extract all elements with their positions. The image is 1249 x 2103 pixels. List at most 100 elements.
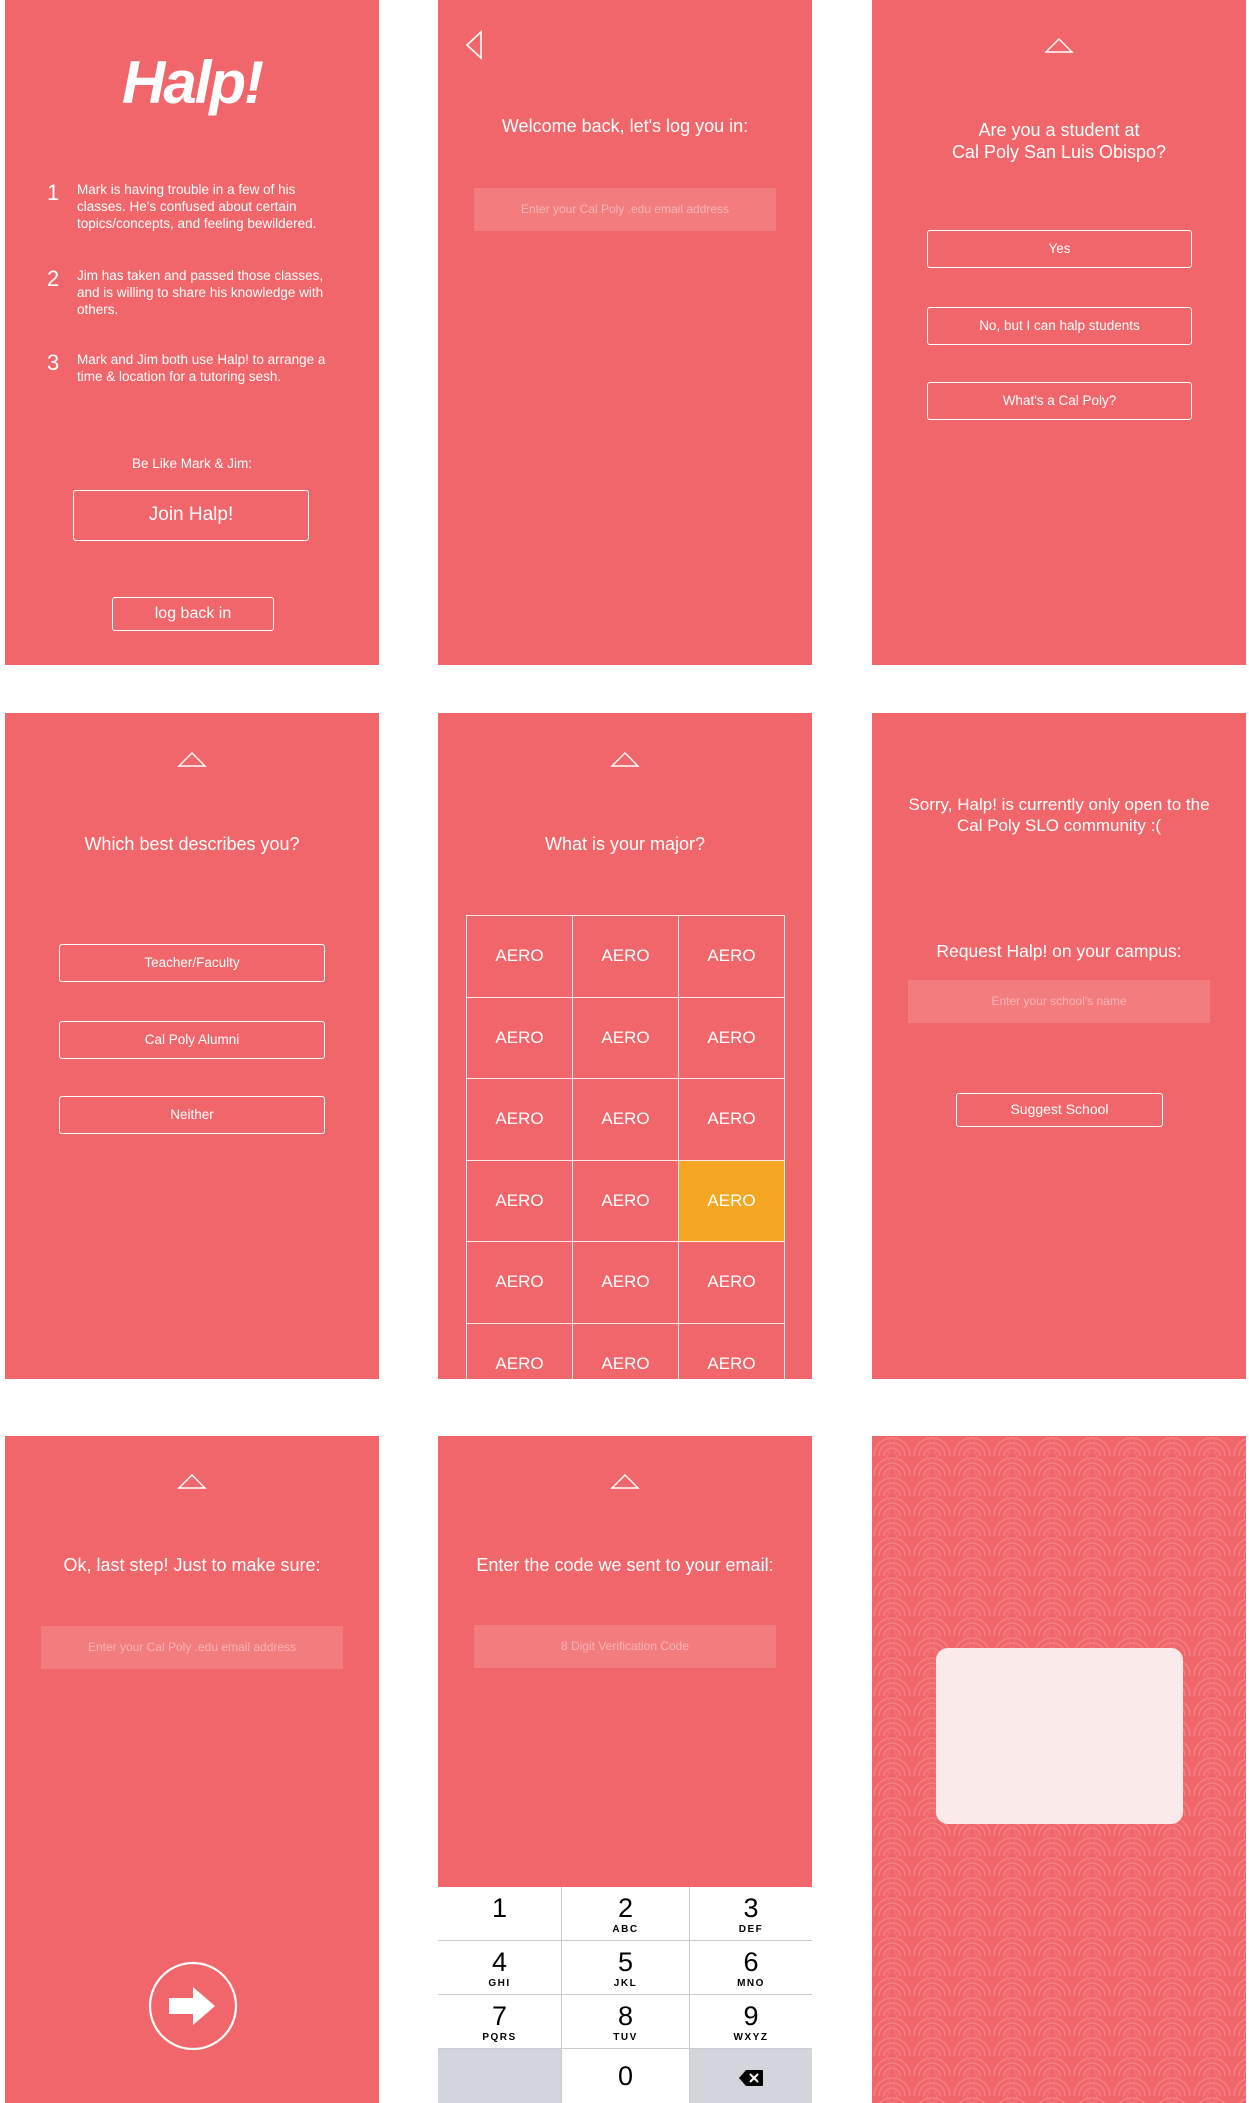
up-triangle-icon[interactable] [177, 1472, 207, 1490]
key-letters: GHI [488, 1978, 511, 1989]
key-blank [438, 2049, 562, 2103]
major-row: AERO AERO AERO [467, 1323, 785, 1379]
page-title: Ok, last step! Just to make sure: [63, 1555, 321, 1575]
major-cell[interactable]: AERO [467, 916, 573, 998]
key-9[interactable]: 9 WXYZ [690, 1995, 812, 2049]
key-2[interactable]: 2 ABC [562, 1887, 690, 1941]
major-row: AERO AERO AERO [467, 1079, 785, 1161]
up-triangle-icon[interactable] [610, 750, 640, 768]
major-row: AERO AERO AERO [467, 1242, 785, 1324]
card [936, 1648, 1183, 1824]
major-cell[interactable]: AERO [467, 1242, 573, 1324]
key-letters: ABC [612, 1924, 639, 1935]
option-yes-button[interactable]: Yes [927, 230, 1192, 268]
major-cell[interactable]: AERO [679, 1079, 785, 1161]
major-cell[interactable]: AERO [467, 1079, 573, 1161]
major-row: AERO AERO AERO [467, 916, 785, 998]
major-cell[interactable]: AERO [467, 1160, 573, 1242]
major-cell[interactable]: AERO [573, 1242, 679, 1324]
step-number: 1 [47, 180, 60, 205]
step-text: Jim has taken and passed those classes, … [77, 268, 324, 317]
key-1[interactable]: 1 [438, 1887, 562, 1941]
app-logo: Halp! [122, 49, 264, 116]
major-cell[interactable]: AERO [573, 1079, 679, 1161]
screen-major: What is your major? AERO AERO AERO AERO … [438, 713, 812, 1379]
major-cell[interactable]: AERO [573, 1323, 679, 1379]
screen-student-check: Are you a student at Cal Poly San Luis O… [872, 0, 1246, 665]
screen-login: Welcome back, let's log you in: Enter yo… [438, 0, 812, 665]
key-letters: TUV [613, 2032, 638, 2043]
page-title: Welcome back, let's log you in: [501, 116, 749, 136]
email-field[interactable]: Enter your Cal Poly .edu email address [41, 1626, 343, 1669]
key-4[interactable]: 4 GHI [438, 1941, 562, 1995]
major-grid: AERO AERO AERO AERO AERO AERO AERO AERO … [466, 915, 785, 1379]
key-digit: 3 [743, 1893, 759, 1923]
option-alumni-button[interactable]: Cal Poly Alumni [59, 1021, 325, 1059]
key-3[interactable]: 3 DEF [690, 1887, 812, 1941]
major-cell[interactable]: AERO [573, 997, 679, 1079]
page-title: Enter the code we sent to your email: [476, 1555, 774, 1575]
key-letters: WXYZ [733, 2032, 769, 2043]
key-letters: DEF [738, 1924, 764, 1935]
major-cell-selected[interactable]: AERO [679, 1160, 785, 1242]
step-number: 2 [47, 266, 60, 291]
up-triangle-icon[interactable] [1044, 36, 1074, 54]
option-whats-cal-poly-button[interactable]: What's a Cal Poly? [927, 382, 1192, 420]
suggest-school-button[interactable]: Suggest School [956, 1093, 1163, 1127]
page-title: What is your major? [544, 834, 706, 854]
major-cell[interactable]: AERO [679, 916, 785, 998]
major-cell[interactable]: AERO [467, 997, 573, 1079]
up-triangle-icon[interactable] [610, 1472, 640, 1490]
step-text: Mark and Jim both use Halp! to arrange a… [77, 352, 326, 384]
major-cell[interactable]: AERO [467, 1323, 573, 1379]
email-field[interactable]: Enter your Cal Poly .edu email address [474, 188, 776, 231]
backspace-icon [739, 2070, 763, 2086]
screen-pattern-card [872, 1436, 1246, 2103]
major-row: AERO AERO AERO [467, 1160, 785, 1242]
page-title: Which best describes you? [84, 834, 300, 854]
key-digit: 4 [491, 1947, 508, 1977]
page-title-line2: Cal Poly San Luis Obispo? [951, 142, 1167, 162]
screen-describe: Which best describes you? Teacher/Facult… [5, 713, 379, 1379]
key-digit: 8 [617, 2001, 634, 2031]
tagline: Be Like Mark & Jim: [131, 456, 253, 471]
backspace-key[interactable] [690, 2049, 812, 2103]
key-letters: PQRS [482, 2032, 517, 2043]
key-digit: 9 [743, 2001, 759, 2031]
screen-welcome: Halp! 1 Mark is having trouble in a few … [5, 0, 379, 665]
option-halp-students-button[interactable]: No, but I can halp students [927, 307, 1192, 345]
option-neither-button[interactable]: Neither [59, 1096, 325, 1134]
school-field[interactable]: Enter your school's name [908, 980, 1210, 1023]
key-digit: 5 [617, 1947, 634, 1977]
step-text: Mark is having trouble in a few of his c… [77, 182, 317, 231]
major-cell[interactable]: AERO [679, 1323, 785, 1379]
option-teacher-button[interactable]: Teacher/Faculty [59, 944, 325, 982]
join-button[interactable]: Join Halp! [73, 490, 309, 541]
code-field[interactable]: 8 Digit Verification Code [474, 1625, 776, 1668]
key-6[interactable]: 6 MNO [690, 1941, 812, 1995]
request-title: Request Halp! on your campus: [936, 941, 1182, 961]
screen-verify-code: Enter the code we sent to your email: 8 … [438, 1436, 812, 2103]
screen-unsupported: Sorry, Halp! is currently only open to t… [872, 713, 1246, 1379]
message-line2: Cal Poly SLO community :( [956, 816, 1162, 835]
login-button[interactable]: log back in [112, 597, 274, 631]
major-row: AERO AERO AERO [467, 997, 785, 1079]
up-triangle-icon[interactable] [177, 750, 207, 768]
key-letters: MNO [737, 1978, 765, 1989]
key-digit: 7 [491, 2001, 508, 2031]
screen-confirm-email: Ok, last step! Just to make sure: Enter … [5, 1436, 379, 2103]
major-cell[interactable]: AERO [573, 916, 679, 998]
arrow-right-icon[interactable] [147, 1960, 239, 2052]
major-cell[interactable]: AERO [679, 1242, 785, 1324]
key-digit: 1 [491, 1893, 508, 1923]
key-7[interactable]: 7 PQRS [438, 1995, 562, 2049]
key-letters: JKL [613, 1978, 638, 1989]
major-cell[interactable]: AERO [573, 1160, 679, 1242]
back-triangle-icon[interactable] [464, 30, 484, 60]
key-digit: 2 [617, 1893, 634, 1923]
key-8[interactable]: 8 TUV [562, 1995, 690, 2049]
key-digit: 6 [743, 1947, 759, 1977]
key-0[interactable]: 0 [562, 2049, 690, 2103]
major-cell[interactable]: AERO [679, 997, 785, 1079]
key-5[interactable]: 5 JKL [562, 1941, 690, 1995]
